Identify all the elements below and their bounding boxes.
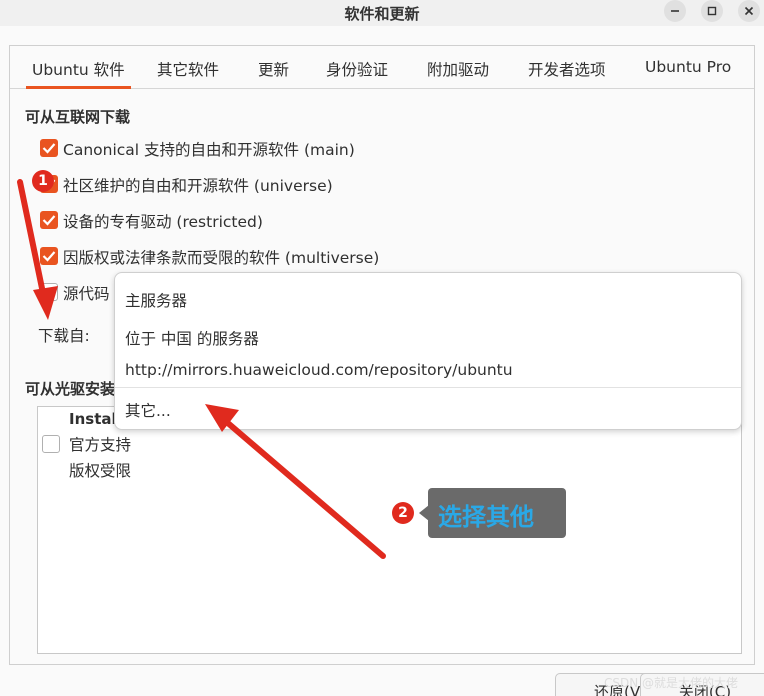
select-other-callout: 选择其他 bbox=[428, 488, 566, 538]
step-badge-2: 2 bbox=[392, 502, 414, 524]
csdn-watermark: CSDN @就是大佬的大佬 bbox=[604, 676, 739, 690]
annotation-arrows bbox=[17, 179, 386, 559]
arrow-to-other-option bbox=[205, 404, 386, 559]
step-badge-1: 1 bbox=[32, 170, 54, 192]
arrow-to-download-from bbox=[17, 179, 58, 320]
